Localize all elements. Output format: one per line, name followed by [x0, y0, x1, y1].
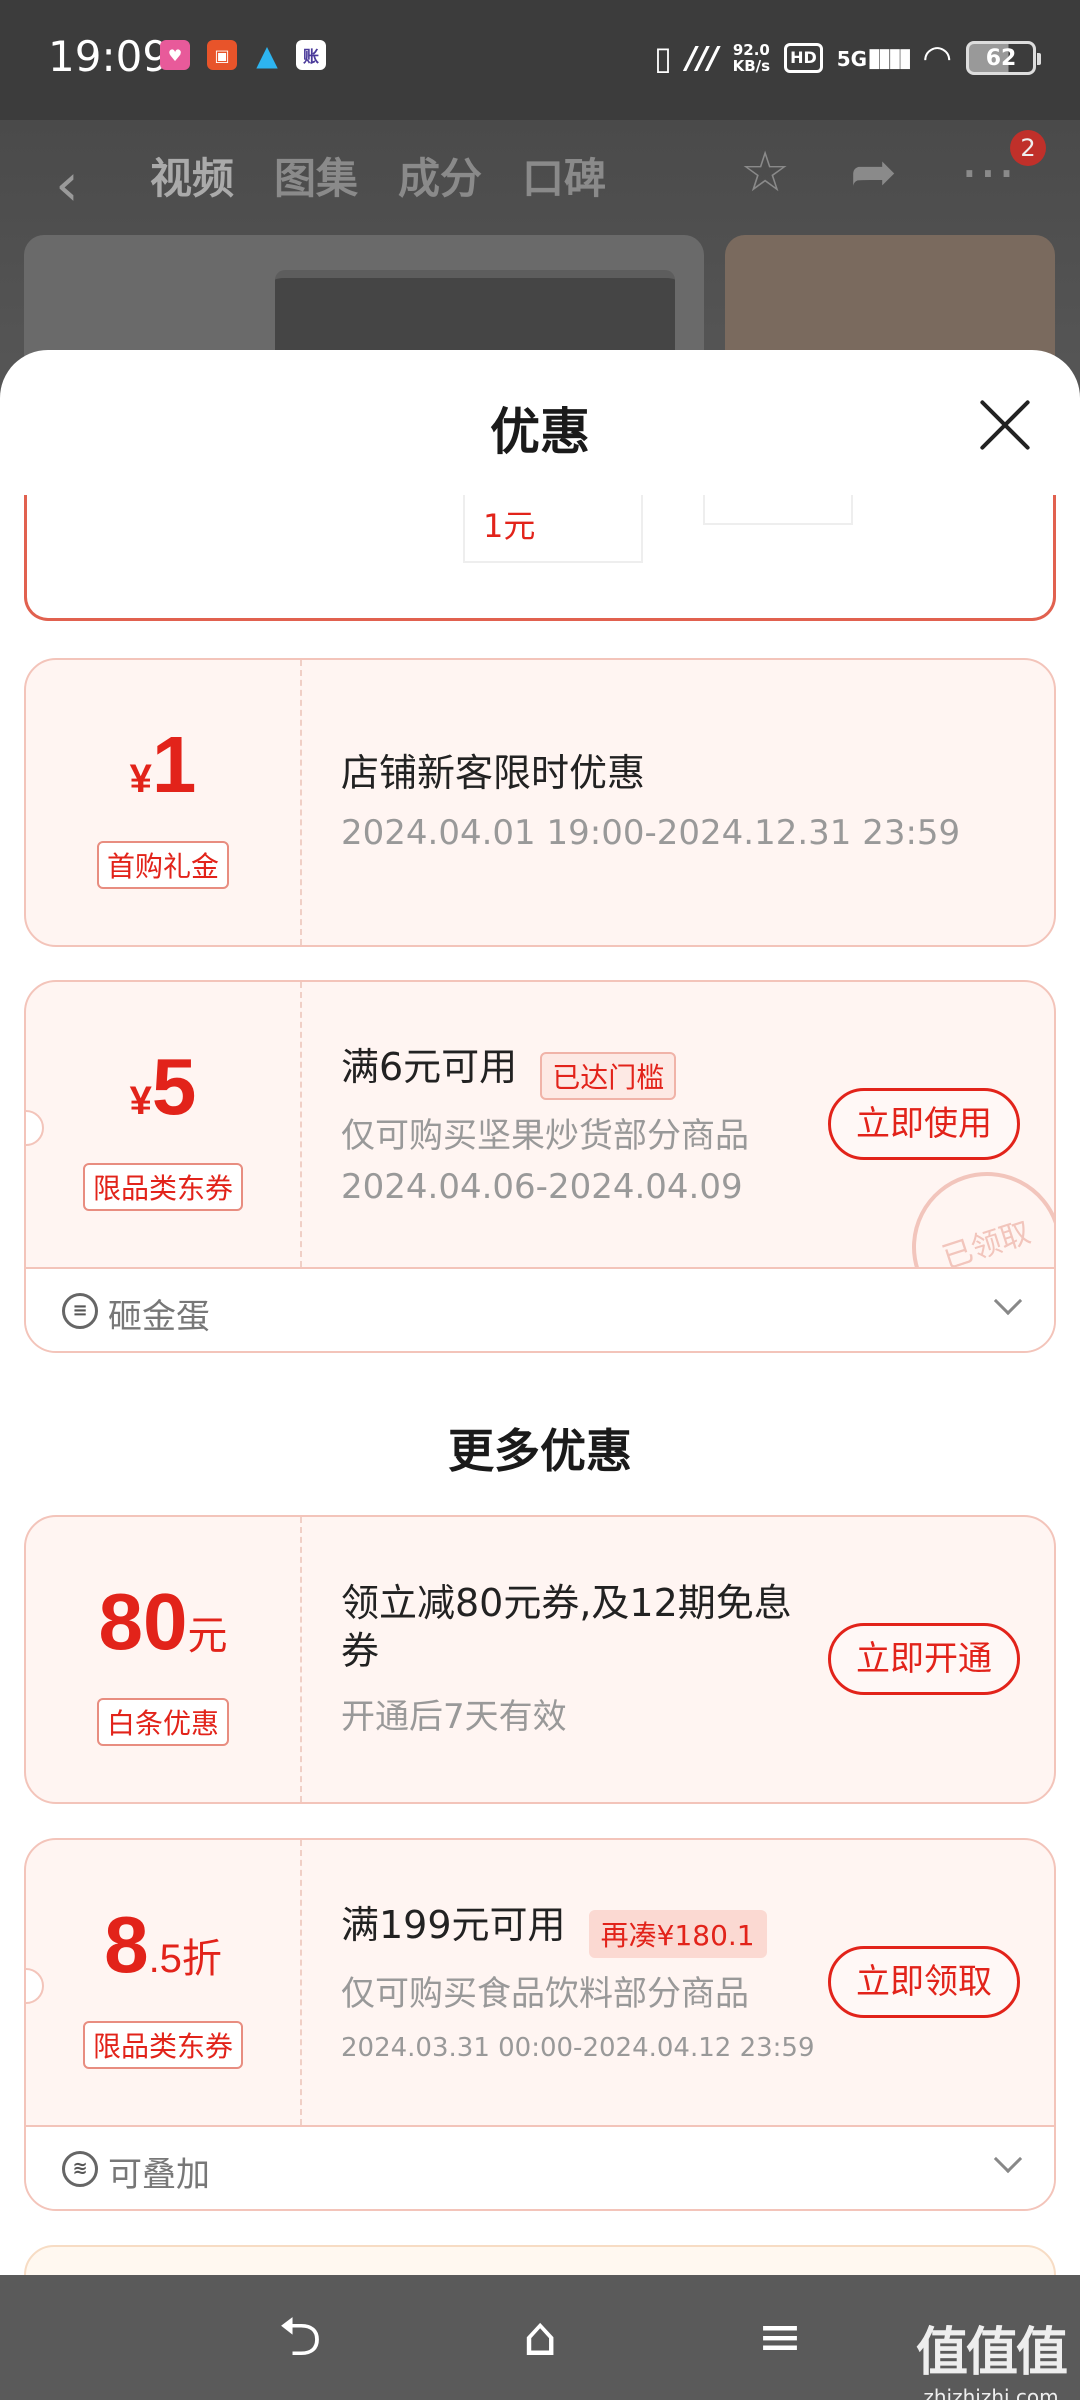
coupon-baitiao: 80元 白条优惠 领立减80元券,及12期免息券 开通后7天有效 立即开通 — [24, 1515, 1056, 1804]
network-type: 5G▮▮▮▮ — [836, 43, 913, 73]
threshold-reached-badge: 已达门槛 — [540, 1051, 677, 1100]
coupon-food-drinks: 8.5折 限品类东券 满199元可用 再凑¥180.1 仅可购买食品饮料部分商品… — [24, 1838, 1056, 2211]
qq-icon: ▲ — [256, 38, 278, 72]
coupon-title: 领立减80元券,及12期免息券 — [341, 1581, 792, 1673]
product-tabs: 视频 图集 成分 口碑 — [150, 145, 606, 206]
coupon-tag: 限品类东券 — [82, 2021, 243, 2069]
coupon-tag: 首购礼金 — [96, 841, 229, 889]
coupon-title: 店铺新客限时优惠 — [341, 751, 646, 795]
activate-now-button[interactable]: 立即开通 — [828, 1623, 1020, 1695]
coupon-nuts: ¥5 限品类东券 满6元可用 已达门槛 仅可购买坚果炒货部分商品 2024.04… — [24, 980, 1056, 1353]
next-coupon-card — [24, 2245, 1056, 2275]
coupon-amount: 8 — [104, 1900, 149, 1989]
stackable-icon: ≋ — [62, 2151, 98, 2187]
account-app-icon: 账 — [296, 40, 326, 70]
more-icon[interactable]: ⋯ — [960, 140, 1016, 205]
use-now-button[interactable]: 立即使用 — [828, 1088, 1020, 1160]
coupon-date: 2024.03.31 00:00-2024.04.12 23:59 — [341, 2032, 815, 2063]
status-bar: 19:09 ♥ ▣ ▲ 账 ▯ /// 92.0 KB/s HD 5G▮▮▮▮ … — [0, 0, 1080, 120]
coupon-amount: 1 — [151, 720, 197, 809]
network-speed: 92.0 KB/s — [732, 41, 771, 75]
coupon-title: 满6元可用 — [341, 1045, 518, 1089]
golden-egg-icon: ≡ — [62, 1293, 98, 1329]
sheet-title: 优惠 — [490, 403, 590, 461]
share-icon[interactable]: ➦ — [850, 140, 897, 205]
vibrate-icon: ▯ — [654, 39, 672, 77]
status-right: ▯ /// 92.0 KB/s HD 5G▮▮▮▮ ◠ 62 — [654, 34, 1041, 82]
tab-ingredients[interactable]: 成分 — [398, 145, 482, 206]
signal-strength-icon: /// — [685, 40, 719, 76]
coupon-description: 开通后7天有效 — [341, 1697, 567, 1737]
chevron-down-icon[interactable] — [993, 1286, 1023, 1316]
stackable-label: 可叠加 — [108, 2155, 210, 2195]
partial-coupon-card: 1元 — [24, 495, 1056, 621]
back-icon[interactable]: ‹ — [55, 150, 79, 220]
coupon-new-customer: ¥1 首购礼金 店铺新客限时优惠 2024.04.01 19:00-2024.1… — [24, 658, 1056, 947]
wifi-icon: ◠ — [922, 38, 952, 78]
coupon-amount: 80 — [98, 1577, 188, 1666]
tab-gallery[interactable]: 图集 — [274, 145, 358, 206]
coupon-date: 2024.04.01 19:00-2024.12.31 23:59 — [341, 813, 961, 853]
menu-icon[interactable]: ≡ — [750, 2307, 810, 2367]
lele-app-icon: ♥ — [160, 40, 190, 70]
status-time: 19:09 — [48, 32, 170, 81]
remaining-amount-badge: 再凑¥180.1 — [588, 1909, 767, 1958]
claim-now-button[interactable]: 立即领取 — [828, 1946, 1020, 2018]
hd-icon: HD — [784, 43, 823, 73]
offers-sheet: 优惠 1元 ¥1 首购礼金 店铺新客限时优惠 2024.04.01 19:00-… — [0, 350, 1080, 2275]
chevron-down-icon[interactable] — [993, 2144, 1023, 2174]
app-icon: ▣ — [207, 40, 237, 70]
coupon-amount: 5 — [151, 1042, 197, 1131]
partial-coupon-box — [703, 495, 853, 525]
tab-reviews[interactable]: 口碑 — [522, 145, 606, 206]
cell-signal-icon: ▮▮▮▮ — [867, 43, 912, 73]
coupon-tag: 白条优惠 — [96, 1698, 229, 1746]
notification-badge: 2 — [1010, 130, 1046, 166]
close-icon[interactable] — [975, 395, 1035, 455]
coupon-footer[interactable]: ≡ 砸金蛋 — [26, 1267, 1054, 1351]
watermark: 值值值 zhizhizhi.com — [915, 2323, 1068, 2400]
home-icon[interactable]: ⌂ — [510, 2307, 570, 2367]
battery-icon: 62 — [966, 41, 1041, 75]
product-image-pot — [275, 270, 675, 350]
coupon-title: 满199元可用 — [341, 1903, 566, 1947]
tab-video[interactable]: 视频 — [150, 145, 234, 206]
back-nav-icon[interactable]: ⮌ — [270, 2307, 330, 2367]
coupon-source-label: 砸金蛋 — [108, 1297, 210, 1337]
favorite-star-icon[interactable]: ☆ — [740, 140, 790, 205]
coupon-tag: 限品类东券 — [82, 1163, 243, 1211]
partial-coupon-value: 1元 — [463, 495, 643, 563]
more-offers-title: 更多优惠 — [448, 1424, 632, 1478]
coupon-footer[interactable]: ≋ 可叠加 — [26, 2125, 1054, 2209]
